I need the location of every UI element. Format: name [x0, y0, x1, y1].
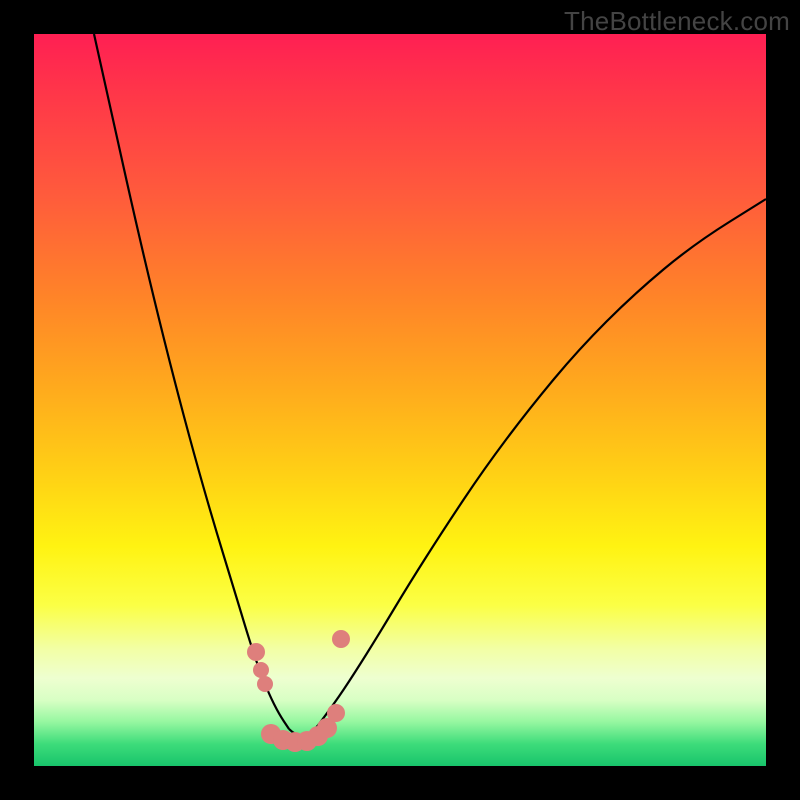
- curve-right-branch: [319, 199, 766, 724]
- curve-left-branch: [94, 34, 289, 729]
- marker-dot: [247, 643, 265, 661]
- marker-dot: [327, 704, 345, 722]
- chart-frame: TheBottleneck.com: [0, 0, 800, 800]
- plot-area: [34, 34, 766, 766]
- marker-dot: [332, 630, 350, 648]
- chart-svg: [34, 34, 766, 766]
- marker-dot: [253, 662, 269, 678]
- marker-dot: [257, 676, 273, 692]
- marker-group: [247, 630, 350, 752]
- watermark-text: TheBottleneck.com: [564, 6, 790, 37]
